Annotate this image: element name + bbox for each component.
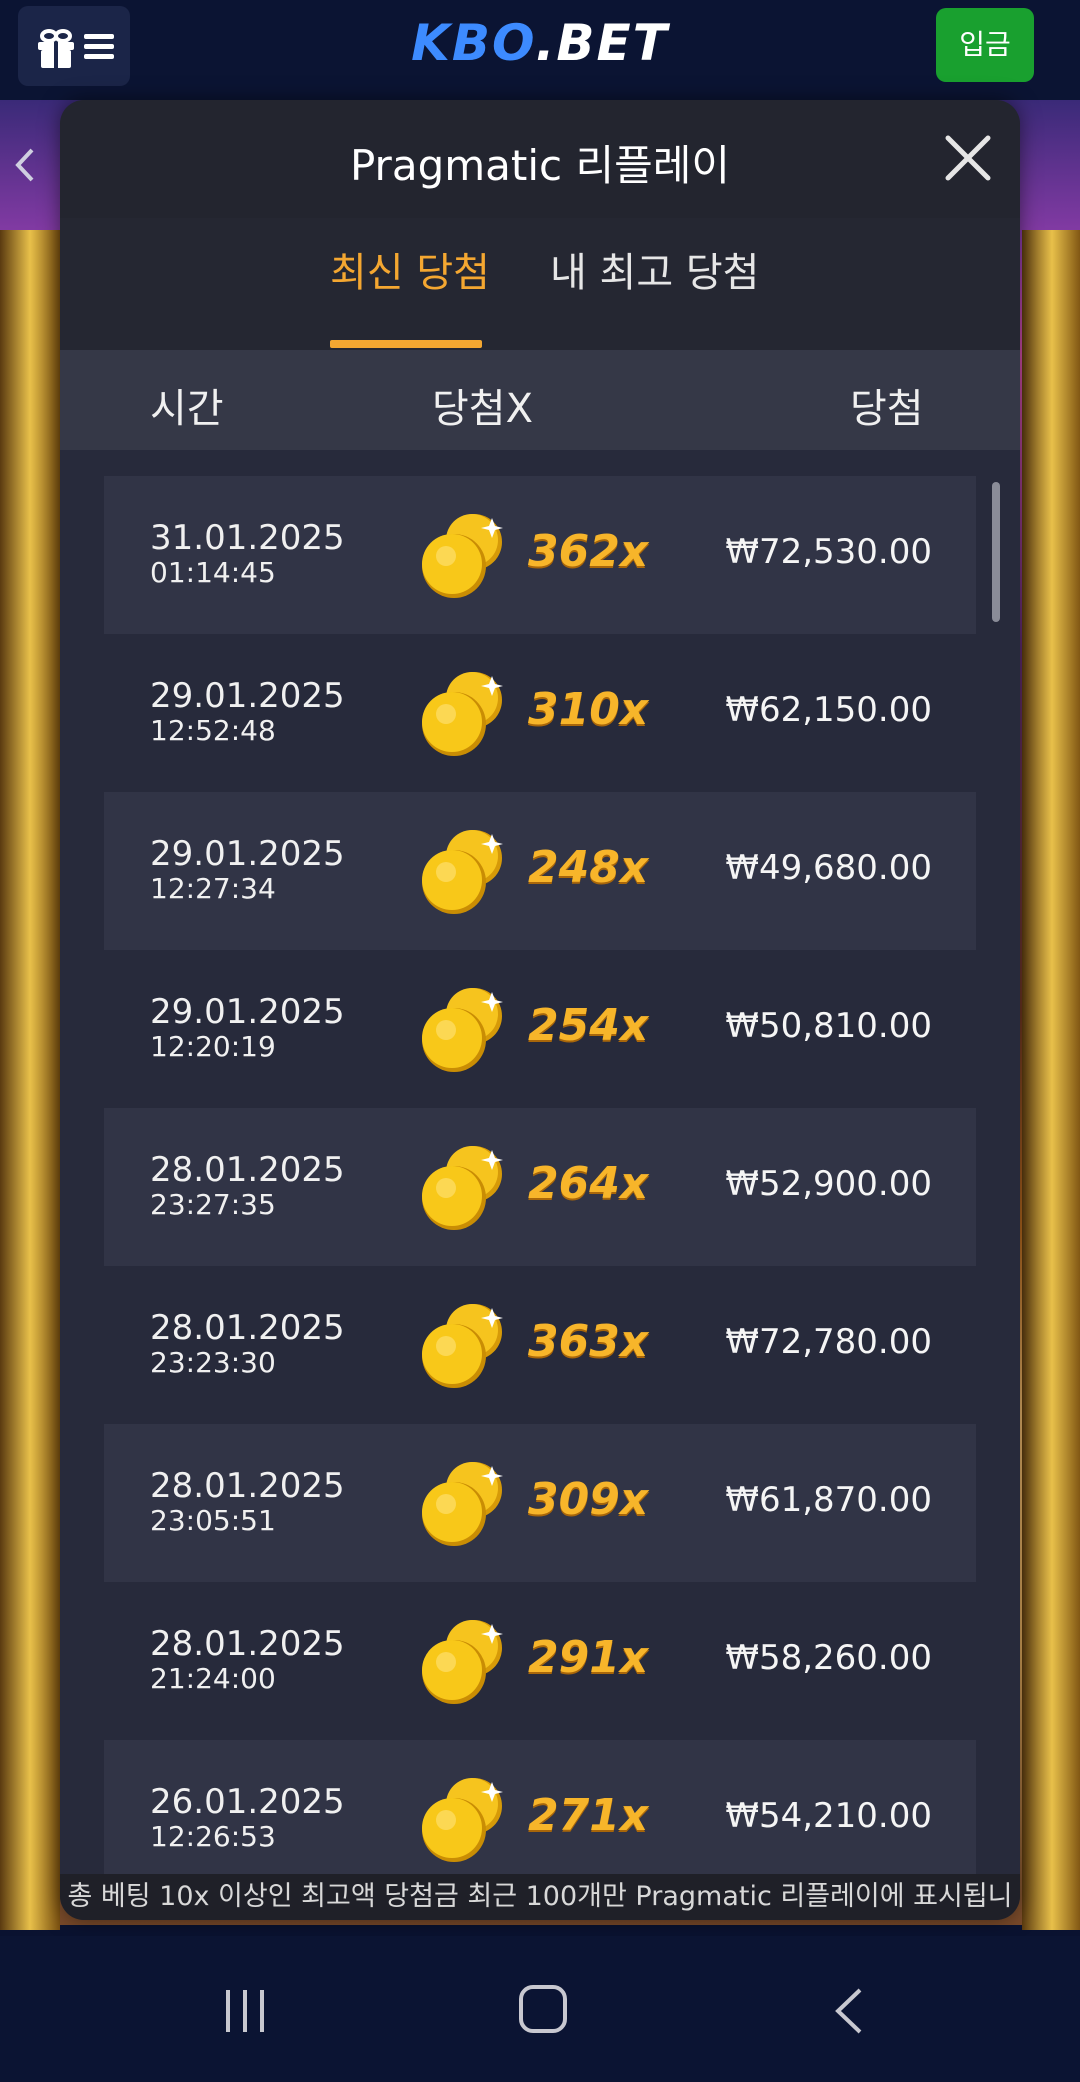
gold-coins-icon [422, 672, 503, 756]
gold-coins-icon [422, 988, 503, 1072]
table-header: 시간 당첨X 당첨 [60, 350, 1020, 450]
row-win-amount: ₩52,900.00 [725, 1164, 932, 1204]
system-nav-bar [0, 1936, 1080, 2082]
table-row[interactable]: 29.01.2025 12:27:34 248x ₩49,680.00 [104, 792, 976, 950]
home-icon[interactable] [518, 1984, 568, 2036]
column-header-multiplier: 당첨X [432, 386, 534, 432]
row-time: 12:27:34 [150, 872, 276, 905]
gold-coins-icon [422, 514, 503, 598]
table-row[interactable]: 26.01.2025 12:26:53 271x ₩54,210.00 [104, 1740, 976, 1876]
row-date: 26.01.2025 [150, 1782, 345, 1822]
row-date: 28.01.2025 [150, 1308, 345, 1348]
game-frame-right [1022, 230, 1080, 1930]
row-multiplier: 254x [528, 1000, 649, 1051]
table-row[interactable]: 29.01.2025 12:52:48 310x ₩62,150.00 [104, 634, 976, 792]
row-multiplier: 362x [528, 526, 649, 577]
row-win-amount: ₩58,260.00 [725, 1638, 932, 1678]
tab-my-best-wins[interactable]: 내 최고 당첨 [550, 240, 759, 298]
wins-list[interactable]: 31.01.2025 01:14:45 362x ₩72,530.00 29.01.20… [104, 476, 976, 1876]
scrollbar[interactable] [992, 482, 1000, 622]
gold-coins-icon [422, 1304, 503, 1388]
logo-part-2: .BET [535, 14, 669, 72]
row-date: 29.01.2025 [150, 834, 345, 874]
row-multiplier: 310x [528, 684, 649, 735]
row-win-amount: ₩54,210.00 [725, 1796, 932, 1836]
gold-coins-icon [422, 1620, 503, 1704]
row-time: 23:27:35 [150, 1188, 276, 1221]
row-time: 01:14:45 [150, 556, 276, 589]
chevron-left-icon[interactable] [4, 130, 44, 200]
table-row[interactable]: 28.01.2025 23:23:30 363x ₩72,780.00 [104, 1266, 976, 1424]
row-win-amount: ₩72,780.00 [725, 1322, 932, 1362]
modal-header: Pragmatic 리플레이 [60, 100, 1020, 218]
row-date: 28.01.2025 [150, 1150, 345, 1190]
row-date: 29.01.2025 [150, 992, 345, 1032]
row-multiplier: 248x [528, 842, 649, 893]
row-time: 12:20:19 [150, 1030, 276, 1063]
game-frame-left [0, 230, 60, 1930]
row-date: 28.01.2025 [150, 1466, 345, 1506]
active-tab-indicator [330, 340, 482, 348]
column-header-time: 시간 [150, 386, 224, 432]
table-row[interactable]: 28.01.2025 23:27:35 264x ₩52,900.00 [104, 1108, 976, 1266]
table-row[interactable]: 28.01.2025 23:05:51 309x ₩61,870.00 [104, 1424, 976, 1582]
top-bar: KBO.BET 입금 [0, 0, 1080, 100]
column-header-win: 당첨 [850, 386, 924, 432]
close-icon[interactable] [940, 130, 996, 186]
row-multiplier: 291x [528, 1632, 649, 1683]
row-time: 12:52:48 [150, 714, 276, 747]
row-multiplier: 363x [528, 1316, 649, 1367]
row-time: 23:05:51 [150, 1504, 276, 1537]
logo-part-1: KBO [411, 14, 536, 72]
deposit-button[interactable]: 입금 [936, 8, 1034, 82]
tab-latest-wins[interactable]: 최신 당첨 [330, 240, 490, 298]
replay-modal: Pragmatic 리플레이 최신 당첨 내 최고 당첨 시간 당첨X 당첨 3… [60, 100, 1020, 1920]
table-row[interactable]: 29.01.2025 12:20:19 254x ₩50,810.00 [104, 950, 976, 1108]
footer-note: 총 베팅 10x 이상인 최고액 당첨금 최근 100개만 Pragmatic … [60, 1874, 1020, 1920]
row-time: 23:23:30 [150, 1346, 276, 1379]
modal-title: Pragmatic 리플레이 [349, 141, 731, 190]
table-row[interactable]: 28.01.2025 21:24:00 291x ₩58,260.00 [104, 1582, 976, 1740]
recent-apps-icon[interactable] [220, 1986, 270, 2036]
row-time: 12:26:53 [150, 1820, 276, 1853]
row-win-amount: ₩50,810.00 [725, 1006, 932, 1046]
table-row[interactable]: 31.01.2025 01:14:45 362x ₩72,530.00 [104, 476, 976, 634]
row-win-amount: ₩61,870.00 [725, 1480, 932, 1520]
gold-coins-icon [422, 1778, 503, 1862]
row-date: 31.01.2025 [150, 518, 345, 558]
row-date: 29.01.2025 [150, 676, 345, 716]
row-win-amount: ₩72,530.00 [725, 532, 932, 572]
site-logo[interactable]: KBO.BET [0, 14, 1080, 72]
row-win-amount: ₩49,680.00 [725, 848, 932, 888]
row-multiplier: 309x [528, 1474, 649, 1525]
gold-coins-icon [422, 1146, 503, 1230]
row-multiplier: 271x [528, 1790, 649, 1841]
back-icon[interactable] [830, 1986, 870, 2036]
row-multiplier: 264x [528, 1158, 649, 1209]
gold-coins-icon [422, 830, 503, 914]
row-time: 21:24:00 [150, 1662, 276, 1695]
row-date: 28.01.2025 [150, 1624, 345, 1664]
row-win-amount: ₩62,150.00 [725, 690, 932, 730]
gold-coins-icon [422, 1462, 503, 1546]
